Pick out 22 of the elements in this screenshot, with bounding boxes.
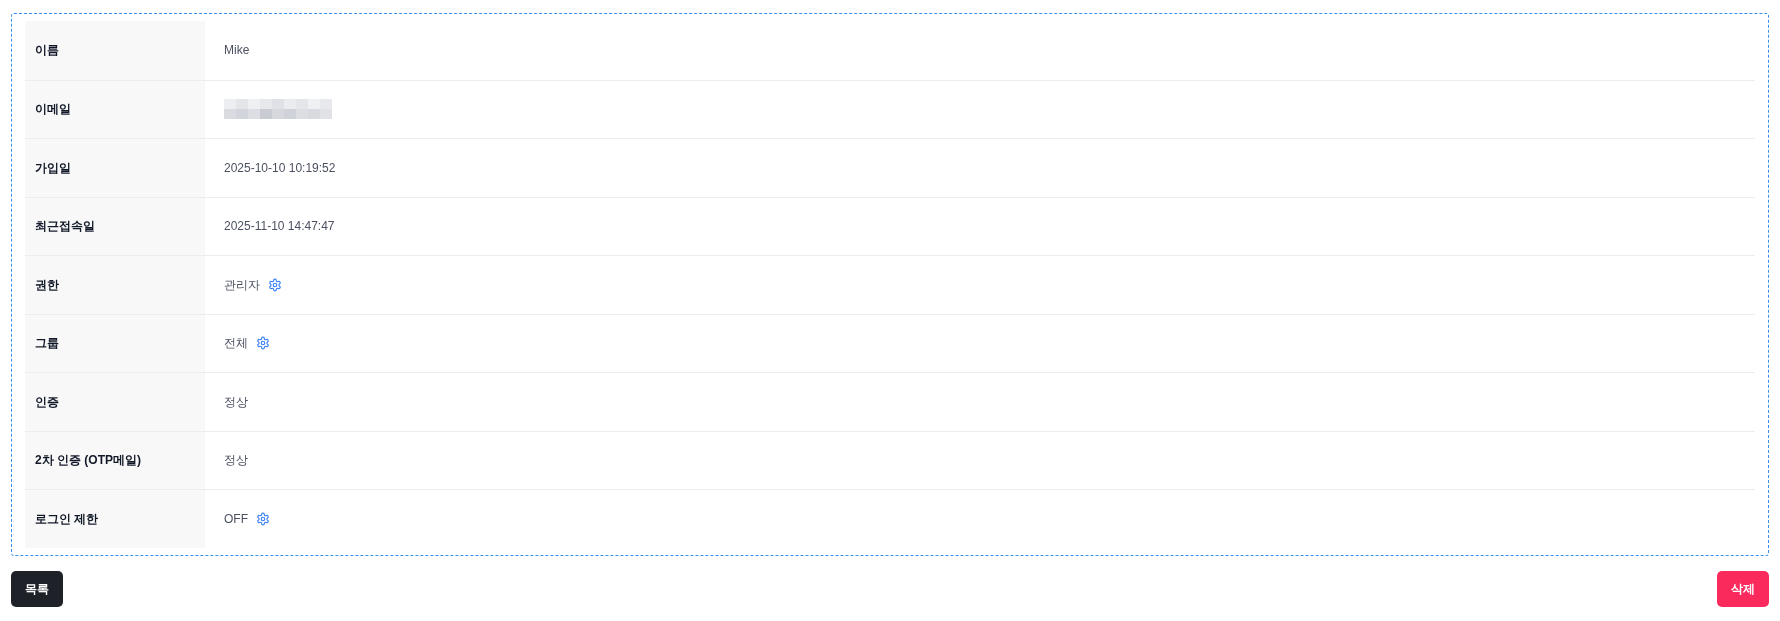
field-label: 2차 인증 (OTP메일) bbox=[35, 452, 141, 470]
field-value: 정상 bbox=[224, 393, 248, 411]
field-value: 전체 bbox=[224, 335, 248, 353]
field-label: 이메일 bbox=[35, 101, 71, 119]
field-label: 이름 bbox=[35, 42, 59, 60]
settings-icon[interactable] bbox=[268, 277, 282, 292]
field-value: 2025-10-10 10:19:52 bbox=[224, 159, 336, 177]
field-value: 관리자 bbox=[224, 276, 260, 294]
field-value: OFF bbox=[224, 510, 248, 528]
settings-icon[interactable] bbox=[256, 511, 270, 526]
field-value: Mike bbox=[224, 42, 250, 60]
delete-button[interactable]: 삭제 bbox=[1717, 570, 1769, 607]
settings-icon[interactable] bbox=[256, 336, 270, 351]
field-label: 가입일 bbox=[35, 159, 71, 177]
list-button[interactable]: 목록 bbox=[11, 570, 63, 607]
field-label: 권한 bbox=[35, 276, 59, 294]
field-label: 최근접속일 bbox=[35, 218, 95, 236]
field-value: 2025-11-10 14:47:47 bbox=[224, 218, 335, 236]
field-value: 정상 bbox=[224, 452, 248, 470]
field-label: 인증 bbox=[35, 393, 59, 411]
field-label: 로그인 제한 bbox=[35, 510, 99, 528]
field-label: 그룹 bbox=[35, 335, 59, 353]
